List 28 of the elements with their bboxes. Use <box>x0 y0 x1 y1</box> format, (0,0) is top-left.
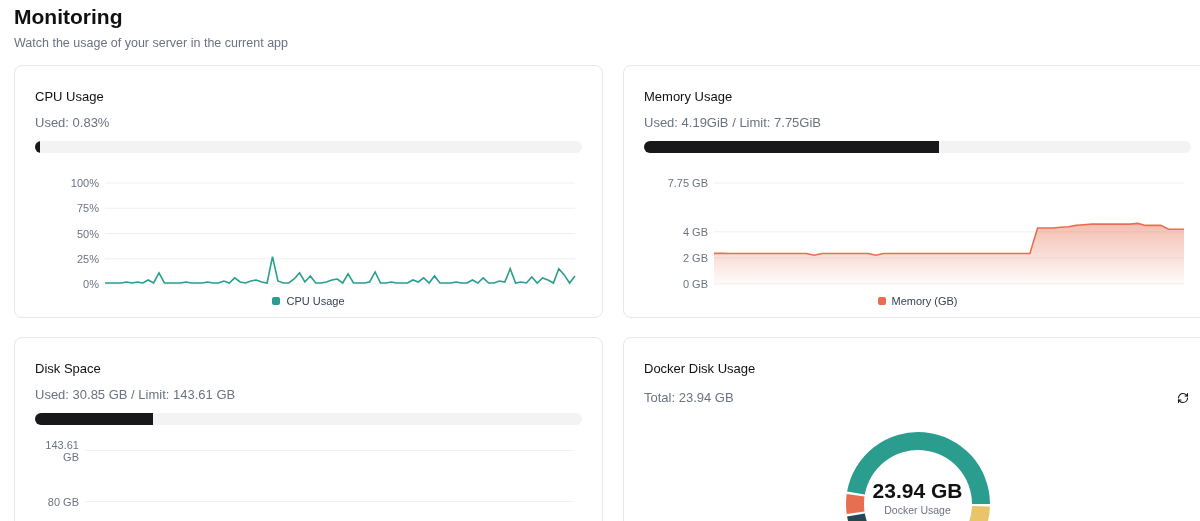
donut-center-label: Docker Usage <box>884 502 951 518</box>
legend-swatch <box>272 297 281 305</box>
page-subtitle: Watch the usage of your server in the current app <box>14 35 289 52</box>
axis-label: 80 GB <box>46 495 79 508</box>
total-text: Total: 23.94 GB <box>644 389 734 408</box>
axis-label: 143.61 GB <box>44 438 79 463</box>
axis-label: 4 GB <box>682 225 708 238</box>
axis-label: 2 GB <box>682 251 708 264</box>
axis-label: 100% <box>70 176 99 189</box>
card-title: Disk Space <box>35 359 102 378</box>
axis-label: 0% <box>82 277 99 290</box>
legend-label: Memory (GB) <box>891 293 958 309</box>
card-title: Memory Usage <box>644 87 734 106</box>
card-title: CPU Usage <box>35 87 105 106</box>
refresh-button[interactable] <box>1175 390 1191 406</box>
axis-label: 75% <box>76 202 99 214</box>
usage-text: Used: 0.83% <box>35 114 111 133</box>
usage-text: Used: 4.19GiB / Limit: 7.75GiB <box>644 114 823 133</box>
axis-label: 0 GB <box>682 277 708 290</box>
page-title: Monitoring <box>14 4 124 30</box>
legend-swatch <box>877 297 886 305</box>
axis-label: 7.75 GB <box>667 176 708 189</box>
axis-label: 25% <box>76 252 99 265</box>
donut-center-value: 23.94 GB <box>872 478 963 503</box>
legend-label: CPU Usage <box>286 293 345 309</box>
usage-text: Used: 30.85 GB / Limit: 143.61 GB <box>35 386 237 405</box>
card-title: Docker Disk Usage <box>644 359 757 378</box>
axis-label: 50% <box>76 227 99 240</box>
